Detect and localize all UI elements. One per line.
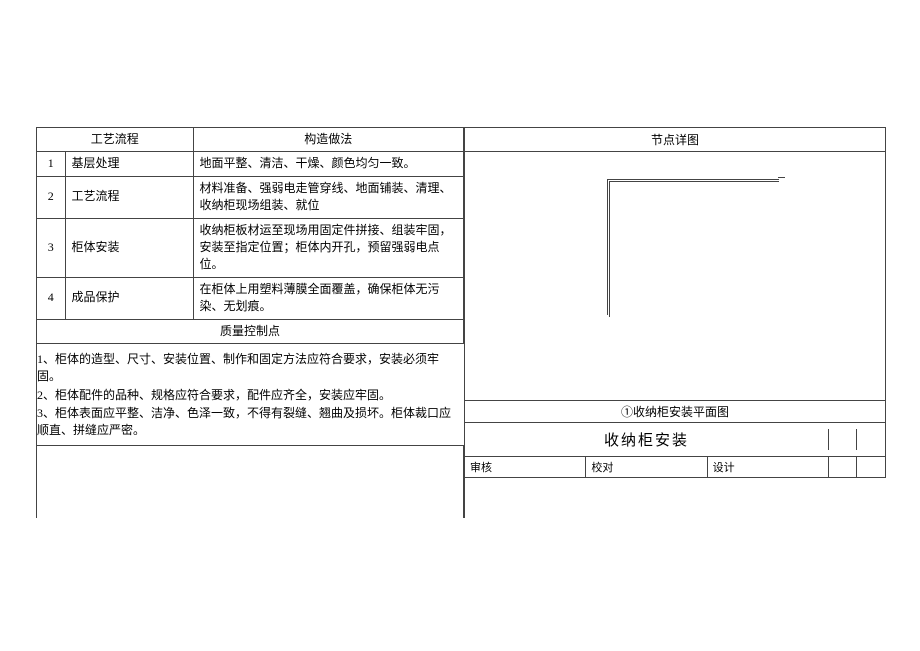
row-desc: 材料准备、强弱电走管穿线、地面铺装、清理、收纳柜现场组装、就位: [193, 176, 464, 218]
right-column: 节点详图 ①收纳柜安装平面图 收纳柜安装 审核 校对 设计: [464, 127, 886, 518]
left-column: 工艺流程 构造做法 1 基层处理 地面平整、清洁、干燥、颜色均匀一致。 2 工艺…: [36, 127, 464, 518]
diagram-caption: ①收纳柜安装平面图: [465, 400, 886, 423]
cabinet-outline-back: [607, 179, 779, 315]
table-row: 4 成品保护 在柜体上用塑料薄膜全面覆盖，确保柜体无污染、无划痕。: [37, 277, 464, 319]
cabinet-outline-front-h: [609, 181, 779, 182]
col-process: 工艺流程: [37, 128, 193, 152]
col-detail: 节点详图: [465, 127, 886, 152]
row-step: 工艺流程: [65, 176, 193, 218]
row-desc: 在柜体上用塑料薄膜全面覆盖，确保柜体无污染、无划痕。: [193, 277, 464, 319]
drawing-title: 收纳柜安装: [465, 429, 829, 450]
row-step: 柜体安装: [65, 218, 193, 277]
row-desc: 地面平整、清洁、干燥、颜色均匀一致。: [193, 152, 464, 176]
qcp-notes: 1、柜体的造型、尺寸、安装位置、制作和固定方法应符合要求，安装必须牢固。 2、柜…: [37, 343, 464, 445]
sig-review: 审核: [465, 457, 586, 477]
qcp-row: 1、柜体的造型、尺寸、安装位置、制作和固定方法应符合要求，安装必须牢固。 2、柜…: [37, 343, 464, 445]
table-row: 1 基层处理 地面平整、清洁、干燥、颜色均匀一致。: [37, 152, 464, 176]
row-num: 1: [37, 152, 65, 176]
sig-check: 校对: [586, 457, 707, 477]
row-num: 4: [37, 277, 65, 319]
qcp-header-row: 质量控制点: [37, 319, 464, 343]
table-row: 3 柜体安装 收纳柜板材运至现场用固定件拼接、组装牢固，安装至指定位置；柜体内开…: [37, 218, 464, 277]
sig-design: 设计: [708, 457, 829, 477]
qcp-header: 质量控制点: [37, 319, 464, 343]
cabinet-outline-front-v: [609, 181, 610, 317]
note-line: 3、柜体表面应平整、洁净、色泽一致，不得有裂缝、翘曲及损坏。柜体裁口应顺直、拼缝…: [37, 405, 458, 440]
row-num: 3: [37, 218, 65, 277]
sig-slot: [857, 457, 885, 477]
signature-row: 审核 校对 设计: [465, 457, 886, 478]
row-step: 基层处理: [65, 152, 193, 176]
left-spacer: [37, 446, 464, 518]
row-num: 2: [37, 176, 65, 218]
note-line: 2、柜体配件的品种、规格应符合要求，配件应齐全，安装应牢固。: [37, 387, 458, 404]
title-slot: [857, 429, 885, 450]
title-row: 收纳柜安装: [465, 423, 886, 457]
table-header-row: 工艺流程 构造做法: [37, 128, 464, 152]
sig-slot: [829, 457, 857, 477]
col-method: 构造做法: [193, 128, 464, 152]
cabinet-hook: [778, 177, 785, 178]
title-slot: [829, 429, 857, 450]
row-step: 成品保护: [65, 277, 193, 319]
document-frame: 工艺流程 构造做法 1 基层处理 地面平整、清洁、干燥、颜色均匀一致。 2 工艺…: [36, 127, 886, 518]
detail-diagram: [465, 152, 886, 400]
table-row: 2 工艺流程 材料准备、强弱电走管穿线、地面铺装、清理、收纳柜现场组装、就位: [37, 176, 464, 218]
row-desc: 收纳柜板材运至现场用固定件拼接、组装牢固，安装至指定位置；柜体内开孔，预留强弱电…: [193, 218, 464, 277]
process-table: 工艺流程 构造做法 1 基层处理 地面平整、清洁、干燥、颜色均匀一致。 2 工艺…: [37, 127, 464, 446]
note-line: 1、柜体的造型、尺寸、安装位置、制作和固定方法应符合要求，安装必须牢固。: [37, 351, 458, 386]
